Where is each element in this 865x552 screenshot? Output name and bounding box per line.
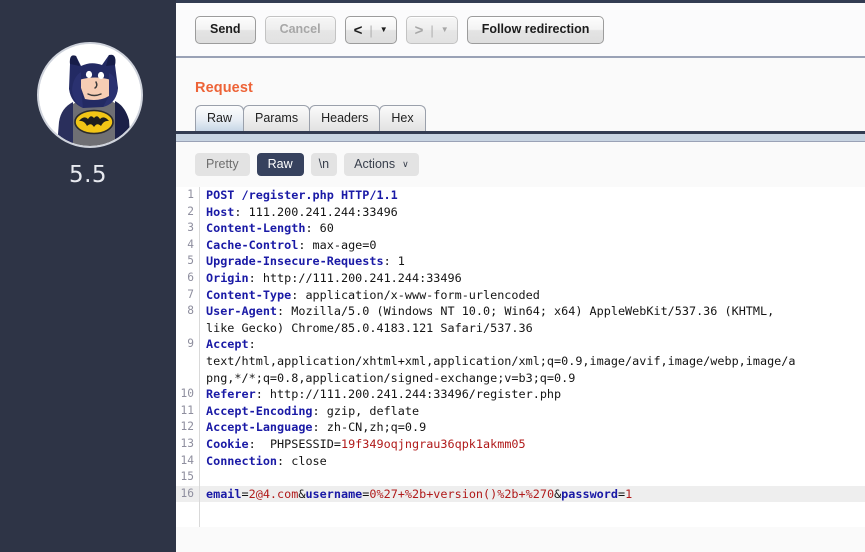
line-content: Cookie: PHPSESSID=19f349oqjngrau36qpk1ak…: [206, 436, 526, 451]
message-line: 6 Origin: http://111.200.241.244:33496: [176, 270, 865, 287]
message-lines: 1 POST /register.php HTTP/1.1 2 Host: 111.2…: [176, 187, 865, 503]
line-number: 8: [187, 304, 194, 318]
actions-label: Actions: [354, 157, 396, 171]
line-content: User-Agent: Mozilla/5.0 (Windows NT 10.0…: [206, 304, 775, 319]
line-content: [199, 469, 213, 486]
editor-view-toolbar: Pretty Raw \n Actions ∨: [176, 142, 865, 187]
back-arrow-icon: <: [353, 21, 363, 39]
send-button[interactable]: Send: [195, 16, 256, 44]
message-line: text/html,application/xhtml+xml,applicat…: [176, 353, 865, 370]
view-mode-raw[interactable]: Raw: [256, 153, 304, 176]
line-number: 14: [180, 453, 194, 467]
forward-button: > | ▼: [405, 16, 458, 44]
line-content: Accept:: [206, 337, 256, 352]
actions-button[interactable]: Actions ∨: [344, 153, 419, 176]
message-line: 16 email=2@4.com&username=0%27+%2b+versio…: [176, 485, 865, 503]
line-number: 10: [180, 387, 194, 401]
line-content: Host: 111.200.241.244:33496: [206, 204, 398, 219]
back-button[interactable]: < | ▼: [344, 16, 397, 44]
message-line: 1 POST /register.php HTTP/1.1: [176, 187, 865, 204]
message-line: 8 User-Agent: Mozilla/5.0 (Windows NT 10.…: [176, 303, 865, 320]
line-content: like Gecko) Chrome/85.0.4183.121 Safari/…: [206, 320, 533, 335]
line-content: Cache-Control: max-age=0: [206, 237, 377, 252]
tab-underband: [176, 134, 865, 142]
line-number: 6: [187, 270, 194, 284]
forward-arrow-icon: >: [414, 21, 424, 39]
line-content: Origin: http://111.200.241.244:33496: [206, 270, 462, 285]
view-mode-pretty[interactable]: Pretty: [195, 153, 250, 176]
line-number: 1: [187, 188, 194, 201]
chevron-down-icon: ▼: [440, 25, 449, 34]
line-number: 2: [187, 204, 194, 218]
line-content: Upgrade-Insecure-Requests: 1: [206, 254, 405, 269]
tab-hex[interactable]: Hex: [379, 105, 426, 131]
batman-avatar-graphic: [39, 44, 141, 146]
line-number: 11: [180, 403, 194, 417]
request-tabs: Raw Params Headers Hex: [176, 105, 865, 131]
batman-avatar-icon: [37, 42, 143, 148]
message-line: 9 Accept:: [176, 336, 865, 353]
message-line: 5 Upgrade-Insecure-Requests: 1: [176, 253, 865, 270]
follow-redirection-button[interactable]: Follow redirection: [466, 16, 605, 44]
line-content: png,*/*;q=0.8,application/signed-exchang…: [206, 370, 576, 385]
sidebar: 5.5: [0, 0, 176, 552]
line-number: 3: [187, 221, 194, 235]
chevron-down-icon: ∨: [402, 159, 409, 169]
line-number: 5: [187, 254, 194, 268]
gutter-divider: [199, 187, 200, 527]
line-content: text/html,application/xhtml+xml,applicat…: [206, 353, 796, 368]
message-line: 12 Accept-Language: zh-CN,zh;q=0.9: [176, 419, 865, 436]
message-line: 14 Connection: close: [176, 453, 865, 470]
line-content: POST /register.php HTTP/1.1: [206, 188, 398, 202]
burp-repeater-window: 5.5 Send Cancel < | ▼ > | ▼ Follow redir…: [0, 0, 865, 552]
line-number: 13: [180, 436, 194, 450]
line-content: Content-Length: 60: [206, 221, 334, 236]
line-content: Referer: http://111.200.241.244:33496/re…: [206, 387, 562, 402]
line-content: email=2@4.com&username=0%27+%2b+version(…: [206, 486, 633, 501]
chevron-down-icon[interactable]: ▼: [380, 26, 388, 34]
request-message-editor[interactable]: 1 POST /register.php HTTP/1.1 2 Host: 111.2…: [176, 187, 865, 527]
divider-icon: |: [430, 22, 434, 38]
message-line: 7 Content-Type: application/x-www-form-ur…: [176, 287, 865, 304]
line-number: 16: [180, 486, 194, 500]
message-line: 13 Cookie: PHPSESSID=19f349oqjngrau36qpk1…: [176, 436, 865, 453]
line-content: Content-Type: application/x-www-form-url…: [206, 287, 540, 302]
message-line: like Gecko) Chrome/85.0.4183.121 Safari/…: [176, 320, 865, 337]
line-number: 9: [187, 337, 194, 351]
request-title: Request: [195, 80, 253, 96]
line-content: Connection: close: [206, 453, 327, 468]
message-line: 15: [176, 469, 865, 486]
divider-icon: |: [369, 22, 373, 38]
view-mode-newline[interactable]: \n: [310, 153, 338, 176]
line-number: 4: [187, 237, 194, 251]
line-content: Accept-Encoding: gzip, deflate: [206, 403, 420, 418]
repeater-panel: Send Cancel < | ▼ > | ▼ Follow redirecti…: [176, 0, 865, 552]
message-line: 10 Referer: http://111.200.241.244:33496/…: [176, 386, 865, 403]
line-number: 7: [187, 287, 194, 301]
repeater-toolbar: Send Cancel < | ▼ > | ▼ Follow redirecti…: [176, 3, 865, 58]
avatar[interactable]: [37, 42, 143, 148]
tab-params[interactable]: Params: [243, 105, 311, 131]
line-content: Accept-Language: zh-CN,zh;q=0.9: [206, 420, 427, 435]
tab-headers[interactable]: Headers: [309, 105, 381, 131]
message-line: png,*/*;q=0.8,application/signed-exchang…: [176, 370, 865, 387]
message-line: 2 Host: 111.200.241.244:33496: [176, 204, 865, 221]
request-section: Request Raw Params Headers Hex Pretty Ra…: [176, 58, 865, 527]
message-line: 11 Accept-Encoding: gzip, deflate: [176, 403, 865, 420]
cancel-button: Cancel: [264, 16, 336, 44]
message-line: 3 Content-Length: 60: [176, 220, 865, 237]
line-number: 12: [180, 420, 194, 434]
score-label: 5.5: [68, 162, 108, 188]
tab-raw[interactable]: Raw: [195, 105, 245, 131]
message-line: 4 Cache-Control: max-age=0: [176, 237, 865, 254]
line-number: 15: [180, 470, 194, 484]
